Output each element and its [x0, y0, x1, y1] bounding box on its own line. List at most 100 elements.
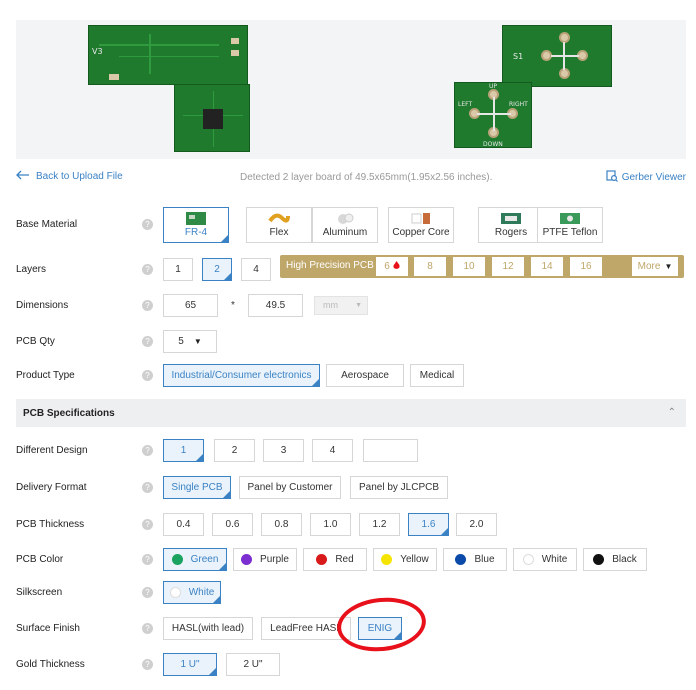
- detected-board-text: Detected 2 layer board of 49.5x65mm(1.95…: [240, 172, 493, 183]
- material-label: Aluminum: [322, 227, 368, 238]
- dimension-width-input[interactable]: 65: [163, 294, 218, 317]
- gold-thickness-1u-option[interactable]: 1 U": [163, 653, 217, 676]
- pcb-specifications-title: PCB Specifications: [23, 408, 115, 419]
- more-label: More: [637, 261, 661, 272]
- color-option-yellow[interactable]: Yellow: [373, 548, 437, 571]
- pcb-qty-select[interactable]: 5 ▼: [163, 330, 217, 353]
- thickness-option-0-4[interactable]: 0.4: [163, 513, 204, 536]
- material-copper-core-option[interactable]: Copper Core: [388, 207, 454, 243]
- color-option-red[interactable]: Red: [303, 548, 367, 571]
- different-design-option-1[interactable]: 1: [163, 439, 204, 462]
- pcb-specifications-header[interactable]: PCB Specifications ⌃: [16, 399, 686, 427]
- delivery-format-label: Delivery Format: [16, 482, 87, 493]
- surface-finish-label: Surface Finish: [16, 623, 80, 634]
- thickness-option-0-8[interactable]: 0.8: [261, 513, 302, 536]
- layers-option-6[interactable]: 6: [376, 257, 408, 276]
- dimension-unit-select[interactable]: mm ▼: [314, 296, 368, 315]
- red-circle-annotation: [334, 593, 429, 656]
- silkscreen-option-white[interactable]: White: [163, 581, 221, 604]
- layers-option-8[interactable]: 8: [414, 257, 446, 276]
- chevron-up-icon[interactable]: ⌃: [668, 407, 676, 418]
- hot-flame-icon: [393, 260, 400, 273]
- material-ptfe-teflon-option[interactable]: PTFE Teflon: [537, 207, 603, 243]
- thickness-option-2-0[interactable]: 2.0: [456, 513, 497, 536]
- product-type-medical-option[interactable]: Medical: [410, 364, 464, 387]
- white-swatch-icon: [169, 587, 181, 598]
- pcb-top-image-right-module: UP LEFT RIGHT DOWN: [454, 82, 532, 148]
- layers-option-4[interactable]: 4: [241, 258, 271, 281]
- color-option-black[interactable]: Black: [583, 548, 647, 571]
- color-option-label: Red: [335, 554, 354, 565]
- different-design-option-2[interactable]: 2: [214, 439, 255, 462]
- pcb-thickness-label: PCB Thickness: [16, 519, 85, 530]
- more-layers-dropdown[interactable]: More ▼: [632, 257, 678, 276]
- help-icon[interactable]: ?: [142, 445, 153, 456]
- different-design-option-4[interactable]: 4: [312, 439, 353, 462]
- thickness-option-1-2[interactable]: 1.2: [359, 513, 400, 536]
- different-design-option-3[interactable]: 3: [263, 439, 304, 462]
- dimension-height-input[interactable]: 49.5: [248, 294, 303, 317]
- layers-option-label: 6: [384, 261, 390, 272]
- surface-finish-hasl-lead-option[interactable]: HASL(with lead): [163, 617, 253, 640]
- material-aluminum-option[interactable]: Aluminum: [312, 207, 378, 243]
- layers-option-14[interactable]: 14: [531, 257, 563, 276]
- product-type-industrial-option[interactable]: Industrial/Consumer electronics: [163, 364, 320, 387]
- help-icon[interactable]: ?: [142, 482, 153, 493]
- gerber-viewer-icon: [606, 170, 618, 185]
- material-label: Rogers: [494, 227, 528, 238]
- color-option-label: Green: [190, 554, 219, 565]
- pcb-label-left: LEFT: [458, 101, 473, 108]
- material-label: Copper Core: [392, 227, 450, 238]
- delivery-panel-by-customer-option[interactable]: Panel by Customer: [239, 476, 341, 499]
- help-icon[interactable]: ?: [142, 519, 153, 530]
- color-option-label: Black: [612, 554, 637, 565]
- material-fr4-option[interactable]: FR-4: [163, 207, 229, 243]
- material-rogers-option[interactable]: Rogers: [478, 207, 544, 243]
- layers-option-1[interactable]: 1: [163, 258, 193, 281]
- layers-option-12[interactable]: 12: [492, 257, 524, 276]
- green-swatch-icon: [171, 554, 183, 565]
- gerber-viewer-link[interactable]: Gerber Viewer: [606, 170, 686, 185]
- help-icon[interactable]: ?: [142, 659, 153, 670]
- color-option-label: White: [541, 554, 568, 565]
- pcb-top-image-left: V3: [88, 25, 248, 85]
- help-icon[interactable]: ?: [142, 587, 153, 598]
- gold-thickness-2u-option[interactable]: 2 U": [226, 653, 280, 676]
- help-icon[interactable]: ?: [142, 336, 153, 347]
- help-icon[interactable]: ?: [142, 623, 153, 634]
- layers-option-2[interactable]: 2: [202, 258, 232, 281]
- product-type-label: Product Type: [16, 370, 75, 381]
- layers-option-10[interactable]: 10: [453, 257, 485, 276]
- back-to-upload-label: Back to Upload File: [36, 171, 123, 182]
- pcb-label-up: UP: [489, 83, 498, 90]
- color-option-blue[interactable]: Blue: [443, 548, 507, 571]
- help-icon[interactable]: ?: [142, 219, 153, 230]
- delivery-single-pcb-option[interactable]: Single PCB: [163, 476, 231, 499]
- delivery-panel-by-jlcpcb-option[interactable]: Panel by JLCPCB: [350, 476, 448, 499]
- color-option-white[interactable]: White: [513, 548, 577, 571]
- caret-down-icon: ▼: [664, 262, 673, 271]
- help-icon[interactable]: ?: [142, 300, 153, 311]
- pcb-label-down: DOWN: [483, 141, 503, 148]
- pcb-qty-label: PCB Qty: [16, 336, 55, 347]
- help-icon[interactable]: ?: [142, 554, 153, 565]
- thickness-option-0-6[interactable]: 0.6: [212, 513, 253, 536]
- help-icon[interactable]: ?: [142, 370, 153, 381]
- layers-option-16[interactable]: 16: [570, 257, 602, 276]
- color-option-green[interactable]: Green: [163, 548, 227, 571]
- material-flex-option[interactable]: Flex: [246, 207, 312, 243]
- pcb-preview: V3 S1 UP LEFT RIGHT DOWN: [16, 20, 686, 159]
- help-icon[interactable]: ?: [142, 264, 153, 275]
- arrow-left-icon: [16, 170, 30, 183]
- aluminum-icon: [338, 213, 354, 224]
- dimension-separator: *: [231, 300, 235, 311]
- flex-icon: [268, 213, 290, 223]
- product-type-aerospace-option[interactable]: Aerospace: [326, 364, 404, 387]
- thickness-option-1-6[interactable]: 1.6: [408, 513, 449, 536]
- yellow-swatch-icon: [381, 554, 393, 565]
- color-option-purple[interactable]: Purple: [233, 548, 297, 571]
- silkscreen-value: White: [188, 587, 215, 598]
- back-to-upload-link[interactable]: Back to Upload File: [16, 170, 123, 183]
- thickness-option-1-0[interactable]: 1.0: [310, 513, 351, 536]
- different-design-custom-input[interactable]: [363, 439, 418, 462]
